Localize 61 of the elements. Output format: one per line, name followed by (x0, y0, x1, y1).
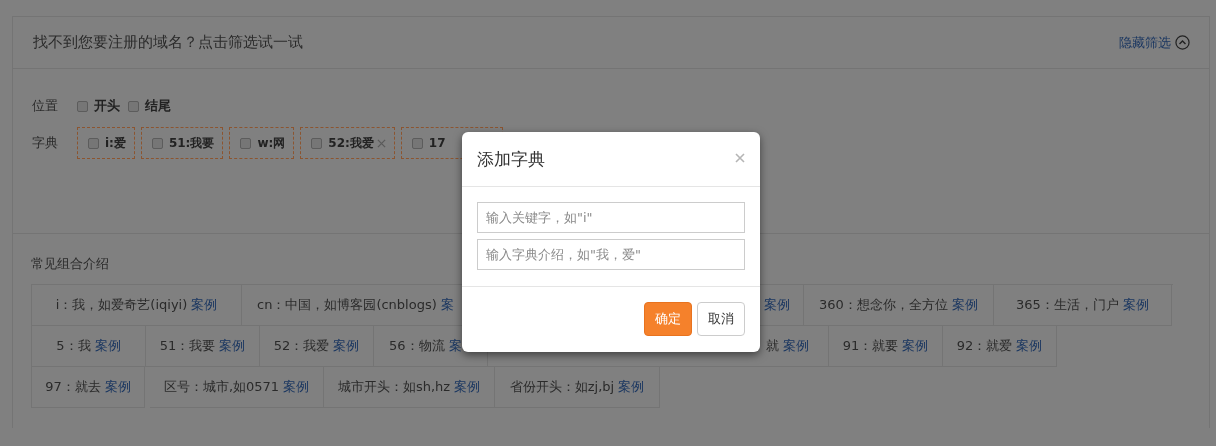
item-text: 97：就去 (45, 378, 101, 396)
dictionary-tag[interactable]: 51:我要 (140, 127, 224, 159)
item-text: 52：我爱 (273, 337, 330, 355)
dictionary-tag[interactable]: w:网 (229, 127, 295, 159)
checkbox[interactable] (88, 137, 99, 149)
tag-label[interactable]: 51:我要 (168, 134, 215, 152)
item-text: 5：我 (56, 337, 91, 355)
hide-filter-link[interactable]: 隐藏筛选 (1119, 33, 1171, 52)
close-icon[interactable] (735, 153, 745, 163)
item-text: 就 (766, 337, 779, 355)
case-link[interactable]: 案例 (783, 337, 809, 355)
item-text: 区号：城市,如0571 (163, 378, 280, 396)
item-text: cn：中国，如博客园(cnblogs) (257, 296, 437, 314)
tag-label[interactable]: 17 (428, 136, 446, 150)
case-link[interactable]: 案例 (191, 296, 218, 314)
item-text: 51：我要 (159, 337, 216, 355)
confirm-button[interactable]: 确定 (644, 302, 692, 336)
case-link[interactable]: 案例 (764, 296, 790, 314)
case-link[interactable]: 案例 (618, 378, 645, 396)
tag-label[interactable]: i:爱 (105, 134, 126, 152)
case-link[interactable]: 案例 (1016, 337, 1043, 355)
input-field[interactable]: 输入字典介绍，如"我，爱" (477, 239, 745, 270)
item-text: 91：就要 (842, 337, 899, 355)
checkbox[interactable] (240, 137, 252, 149)
panel-title: 找不到您要注册的域名？点击筛选试一试 (33, 33, 304, 52)
section-title: 常见组合介绍 (31, 255, 109, 273)
tag-label[interactable]: w:网 (257, 134, 286, 152)
case-link[interactable]: 案例 (454, 378, 481, 396)
collapse-icon[interactable] (1175, 35, 1190, 50)
case-link[interactable]: 案例 (104, 378, 131, 396)
filter-label: 位置 (32, 97, 59, 115)
dictionary-tag[interactable]: 52:我爱 (300, 127, 395, 159)
checkbox[interactable] (128, 100, 139, 112)
case-link[interactable]: 案 (448, 337, 462, 355)
checkbox[interactable] (151, 137, 163, 149)
item-text: i：我，如爱奇艺(iqiyi) (55, 296, 188, 314)
item-text: 56：物流 (389, 337, 445, 355)
input-field[interactable]: 输入关键字，如"i" (477, 202, 745, 233)
tag-label[interactable]: 52:我爱 (328, 134, 374, 152)
case-link[interactable]: 案例 (902, 337, 929, 355)
item-text: 92：就爱 (956, 337, 1013, 355)
item-text: 360：想念你，全方位 (819, 296, 948, 314)
case-link[interactable]: 案例 (283, 378, 310, 396)
item-text: 城市开头：如sh,hz (337, 378, 451, 396)
option-label[interactable]: 开头 (94, 97, 120, 115)
remove-icon[interactable] (376, 138, 386, 148)
case-link[interactable]: 案例 (333, 337, 360, 355)
case-link[interactable]: 案例 (951, 296, 978, 314)
dictionary-tag[interactable]: i:爱 (77, 127, 135, 159)
item-text: 省份开头：如zj,bj (509, 378, 615, 396)
case-link[interactable]: 案 (440, 296, 454, 314)
filter-label: 字典 (32, 134, 59, 152)
case-link[interactable]: 案例 (1122, 296, 1149, 314)
checkbox[interactable] (311, 137, 323, 149)
checkbox[interactable] (77, 100, 88, 112)
checkbox[interactable] (411, 137, 423, 149)
item-text: 365：生活，门户 (1016, 296, 1119, 314)
option-label[interactable]: 结尾 (145, 97, 171, 115)
case-link[interactable]: 案例 (219, 337, 246, 355)
case-link[interactable]: 案例 (94, 337, 121, 355)
cancel-button[interactable]: 取消 (697, 302, 745, 336)
